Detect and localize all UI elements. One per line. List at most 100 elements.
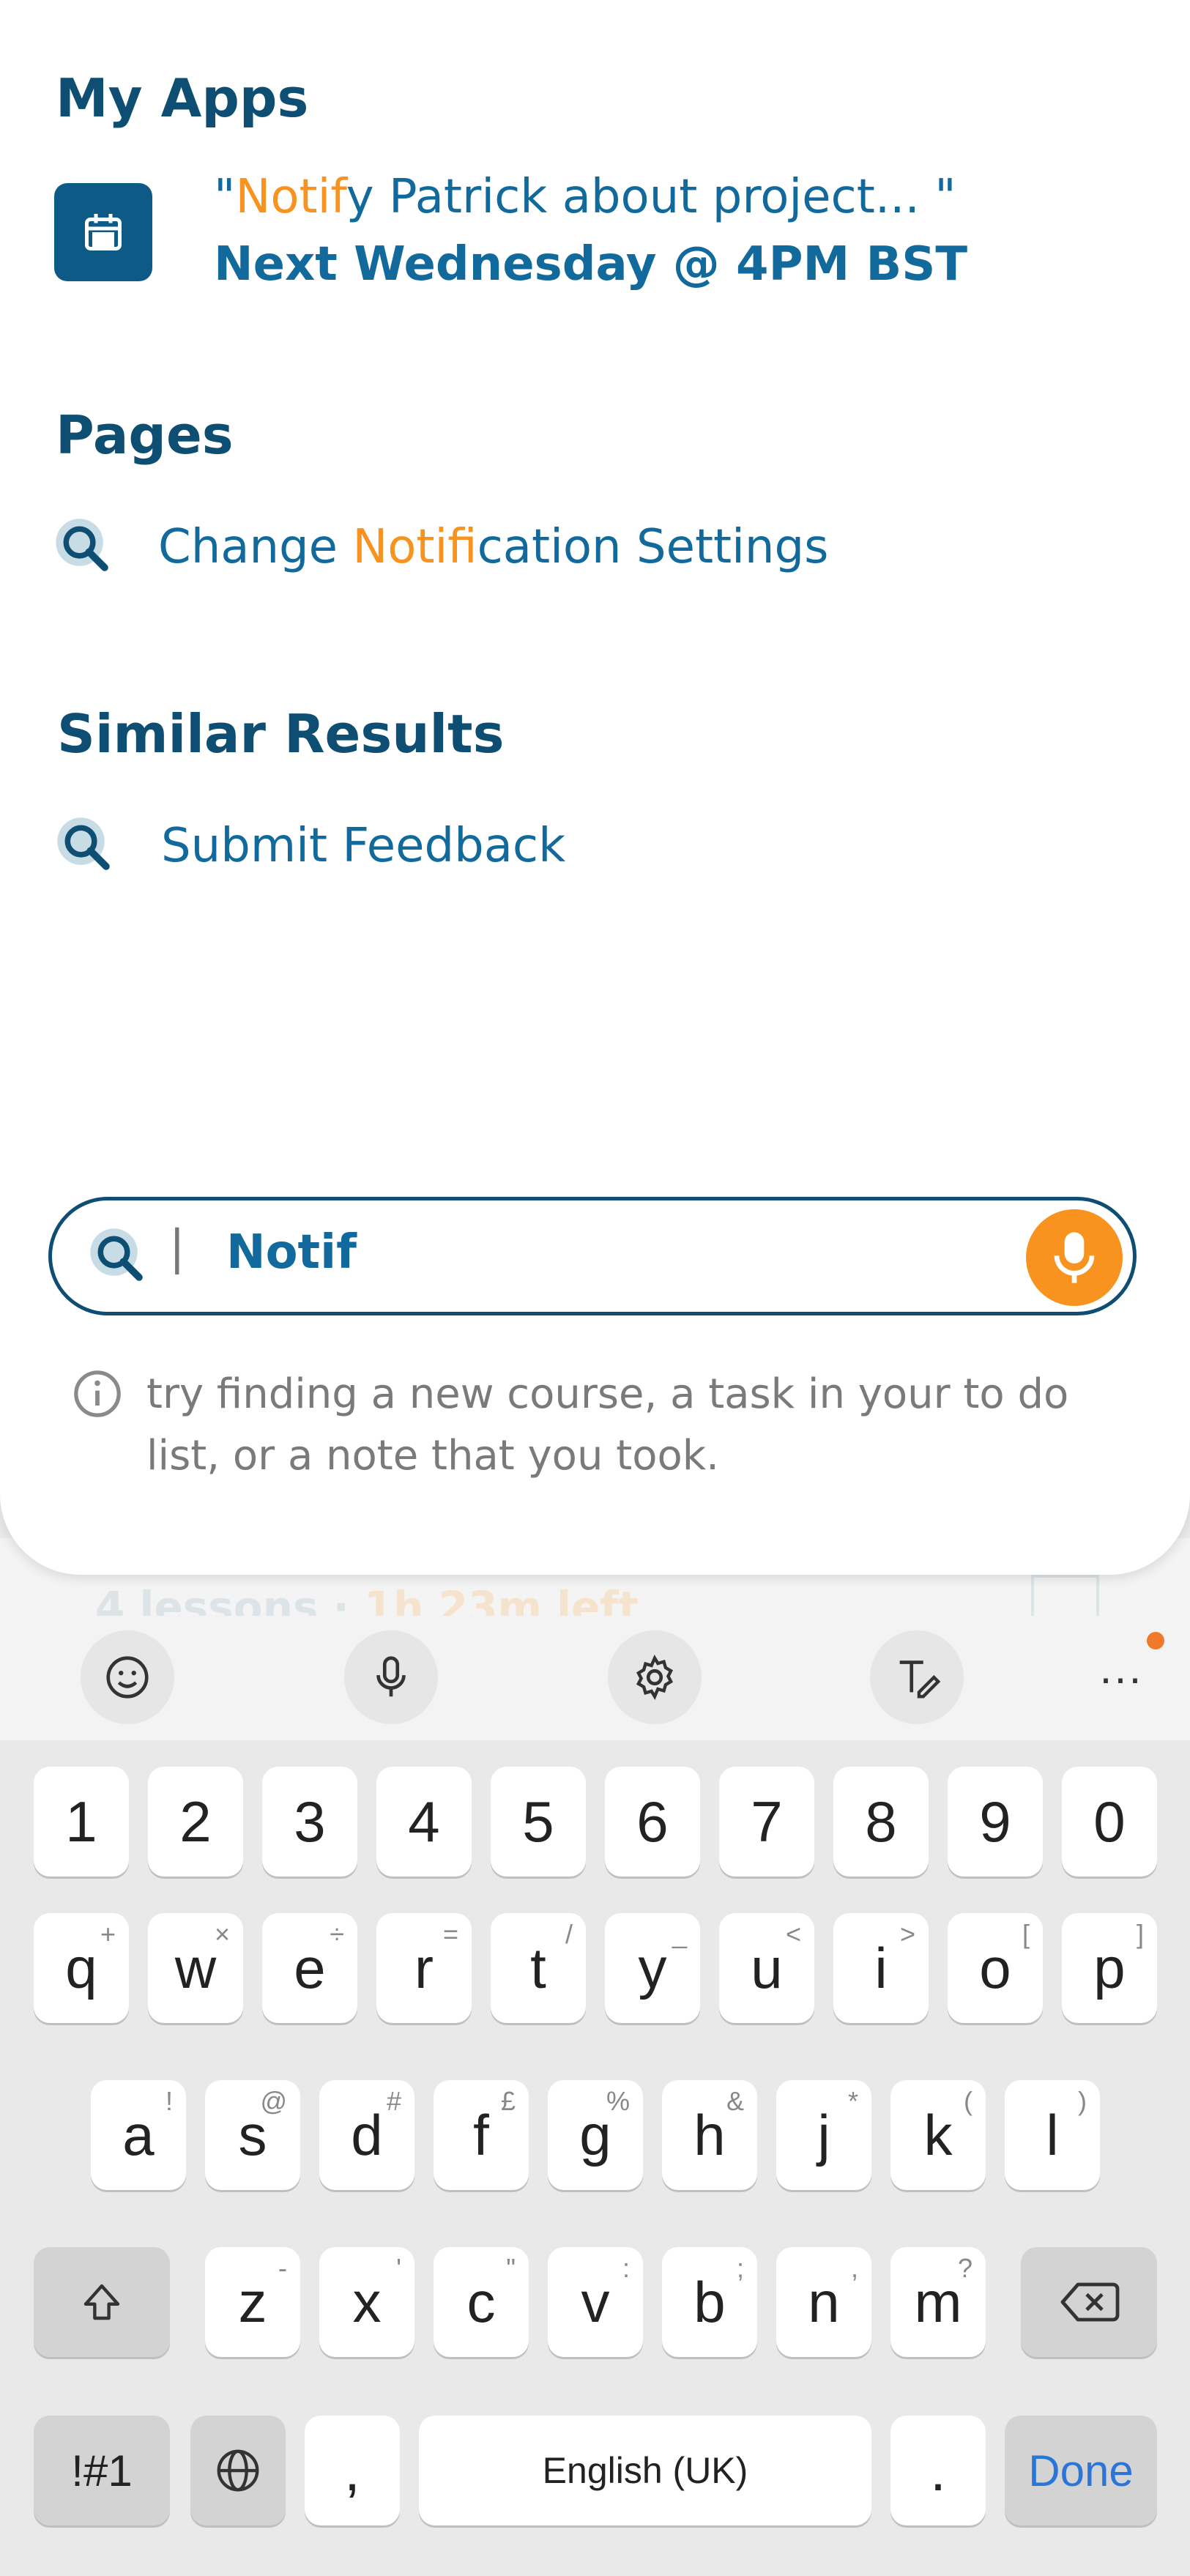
key-secondary-label: : — [622, 2253, 630, 2283]
symbols-key[interactable]: !#1 — [34, 2416, 170, 2525]
key-a[interactable]: a! — [91, 2080, 186, 2190]
key-secondary-label: × — [214, 1919, 230, 1949]
key-3[interactable]: 3 — [262, 1767, 357, 1877]
key-w[interactable]: w × — [148, 1913, 243, 2023]
key-i[interactable]: i > — [833, 1913, 929, 2023]
key-secondary-label: ! — [165, 2086, 173, 2116]
key-secondary-label: < — [785, 1919, 801, 1949]
key-label: 3 — [294, 1789, 326, 1854]
key-k[interactable]: k( — [890, 2080, 986, 2190]
key-label: c — [466, 2269, 496, 2334]
done-key[interactable]: Done — [1005, 2416, 1157, 2525]
key-0[interactable]: 0 — [1062, 1767, 1157, 1877]
key-secondary-label: + — [100, 1919, 116, 1949]
notification-dot — [1147, 1632, 1164, 1649]
handwriting-icon[interactable] — [870, 1630, 964, 1724]
key-5[interactable]: 5 — [491, 1767, 586, 1877]
key-x[interactable]: x ' — [319, 2247, 414, 2357]
key-j[interactable]: j * — [776, 2080, 871, 2190]
period-key[interactable]: . — [890, 2416, 986, 2525]
key-secondary-label: ' — [396, 2253, 401, 2283]
key-secondary-label: ; — [736, 2253, 744, 2283]
search-icon — [56, 519, 108, 571]
shift-key[interactable] — [34, 2247, 170, 2357]
key-label: j — [817, 2102, 830, 2167]
key-label: r — [414, 1935, 434, 2000]
key-m[interactable]: m? — [890, 2247, 986, 2357]
key-l[interactable]: l) — [1005, 2080, 1100, 2190]
search-query[interactable]: Notif — [226, 1225, 357, 1280]
info-icon — [74, 1370, 121, 1417]
search-icon — [57, 817, 110, 870]
key-c[interactable]: c " — [434, 2247, 529, 2357]
settings-icon[interactable] — [608, 1630, 702, 1724]
key-v[interactable]: v: — [548, 2247, 643, 2357]
page-result-notification-settings[interactable]: Change Notification Settings — [158, 520, 828, 574]
comma-key[interactable]: , — [305, 2416, 400, 2525]
key-9[interactable]: 9 — [948, 1767, 1043, 1877]
key-secondary-label: " — [506, 2253, 516, 2283]
pages-heading: Pages — [56, 404, 234, 466]
key-g[interactable]: g% — [548, 2080, 643, 2190]
key-b[interactable]: b; — [662, 2247, 757, 2357]
microphone-icon[interactable] — [344, 1630, 438, 1724]
search-input[interactable]: | Notif — [48, 1197, 1137, 1315]
emoji-icon[interactable] — [81, 1630, 174, 1724]
key-1[interactable]: 1 — [34, 1767, 129, 1877]
text-cursor: | — [169, 1221, 185, 1275]
key-n[interactable]: n, — [776, 2247, 871, 2357]
key-z[interactable]: z- — [205, 2247, 300, 2357]
key-label: f — [473, 2102, 489, 2167]
voice-search-button[interactable] — [1026, 1209, 1123, 1306]
key-o[interactable]: o[ — [948, 1913, 1043, 2023]
key-secondary-label: > — [899, 1919, 915, 1949]
key-label: h — [693, 2102, 726, 2167]
key-f[interactable]: f £ — [434, 2080, 529, 2190]
key-secondary-label: @ — [260, 2086, 287, 2116]
key-y[interactable]: y _ — [605, 1913, 700, 2023]
key-label: 4 — [408, 1789, 440, 1854]
key-q[interactable]: q + — [34, 1913, 129, 2023]
key-e[interactable]: e ÷ — [262, 1913, 357, 2023]
key-label: l — [1046, 2102, 1059, 2167]
backspace-key[interactable] — [1021, 2247, 1157, 2357]
key-secondary-label: , — [850, 2253, 858, 2283]
key-8[interactable]: 8 — [833, 1767, 929, 1877]
key-s[interactable]: s @ — [205, 2080, 300, 2190]
app-result-schedule[interactable]: Next Wednesday @ 4PM BST — [214, 237, 967, 292]
calendar-icon[interactable] — [54, 183, 152, 281]
key-secondary-label: # — [386, 2086, 401, 2116]
key-label: o — [979, 1935, 1011, 2000]
globe-icon[interactable] — [190, 2416, 286, 2525]
key-2[interactable]: 2 — [148, 1767, 243, 1877]
key-6[interactable]: 6 — [605, 1767, 700, 1877]
key-p[interactable]: p] — [1062, 1913, 1157, 2023]
key-h[interactable]: h & — [662, 2080, 757, 2190]
key-label: z — [238, 2269, 267, 2334]
similar-result-submit-feedback[interactable]: Submit Feedback — [161, 819, 565, 873]
key-secondary-label: ] — [1136, 1919, 1144, 1949]
my-apps-heading: My Apps — [56, 67, 309, 129]
key-t[interactable]: t / — [491, 1913, 586, 2023]
keyboard-toolbar — [0, 1616, 1190, 1740]
key-label: 8 — [865, 1789, 897, 1854]
key-label: p — [1093, 1935, 1126, 2000]
key-secondary-label: % — [606, 2086, 630, 2116]
key-r[interactable]: r = — [376, 1913, 472, 2023]
key-label: a — [122, 2102, 155, 2167]
key-u[interactable]: u < — [719, 1913, 814, 2023]
key-d[interactable]: d # — [319, 2080, 414, 2190]
key-label: 0 — [1093, 1789, 1126, 1854]
key-label: x — [352, 2269, 382, 2334]
key-4[interactable]: 4 — [376, 1767, 472, 1877]
key-label: 7 — [751, 1789, 783, 1854]
key-secondary-label: & — [726, 2086, 744, 2116]
app-result-title[interactable]: "Notify Patrick about project... " — [214, 170, 956, 224]
space-key[interactable]: English (UK) — [419, 2416, 871, 2525]
key-label: 2 — [179, 1789, 212, 1854]
key-7[interactable]: 7 — [719, 1767, 814, 1877]
key-label: b — [693, 2269, 726, 2334]
key-secondary-label: = — [442, 1919, 458, 1949]
key-label: y — [638, 1935, 667, 2000]
key-secondary-label: ? — [957, 2253, 973, 2283]
